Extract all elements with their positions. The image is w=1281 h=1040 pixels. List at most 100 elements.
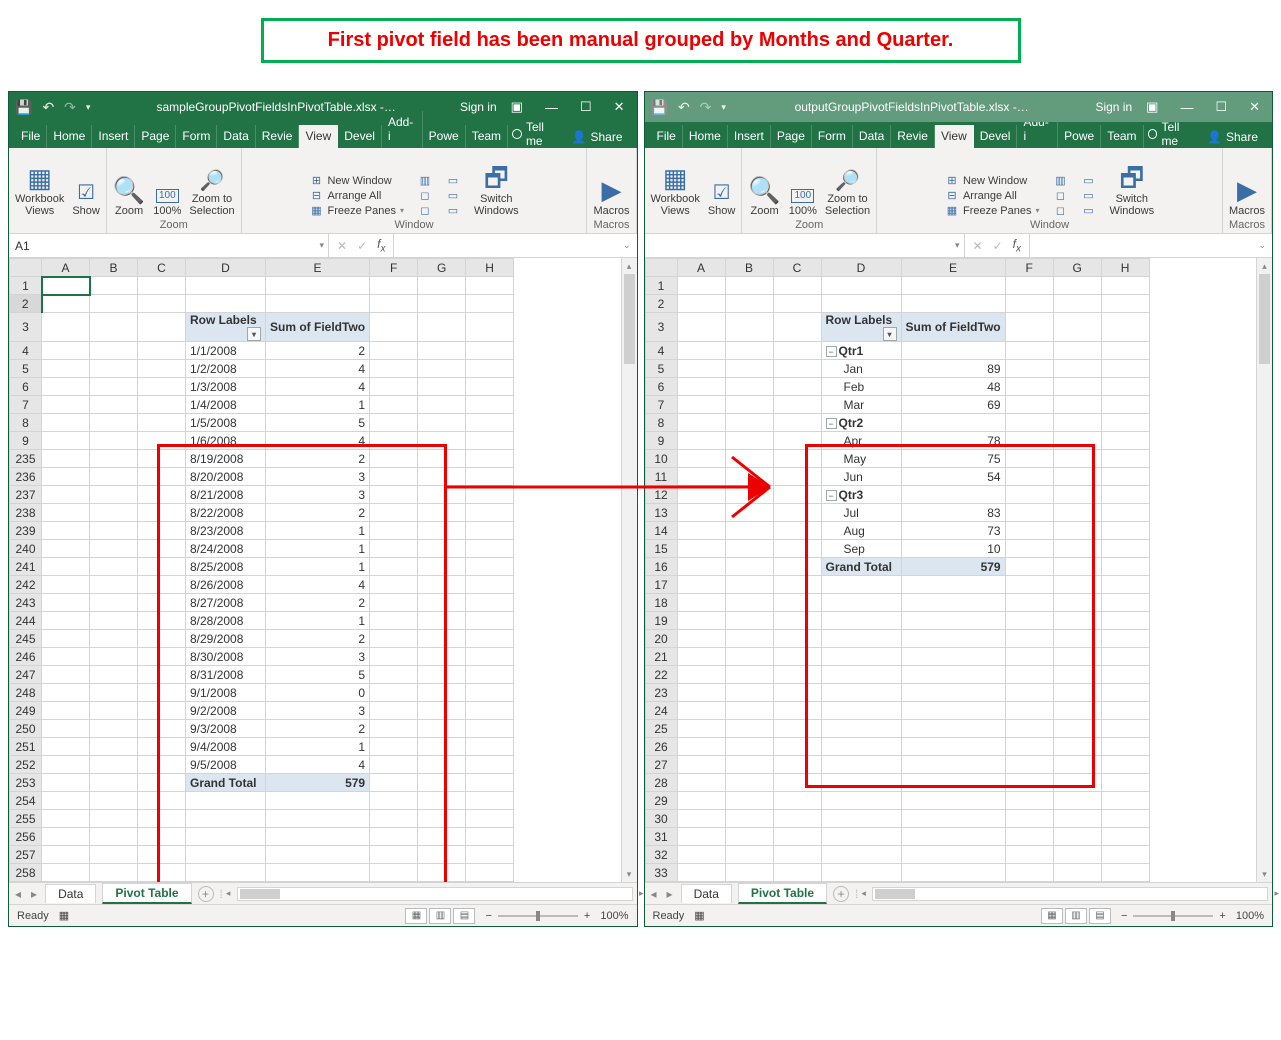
pivot-row-label[interactable]: 9/5/2008 <box>186 756 266 774</box>
row-header[interactable]: 1 <box>645 277 677 295</box>
row-header[interactable]: 240 <box>10 540 42 558</box>
new-window-button[interactable]: ⊞New Window <box>309 174 404 187</box>
tab-home[interactable]: Home <box>47 125 92 148</box>
cell[interactable] <box>186 810 266 828</box>
row-header[interactable]: 29 <box>645 792 677 810</box>
cell[interactable] <box>725 630 773 648</box>
pivot-row-label[interactable]: Sep <box>821 540 901 558</box>
cell[interactable] <box>1005 792 1053 810</box>
cell[interactable] <box>901 594 1005 612</box>
pivot-row-value[interactable]: 10 <box>901 540 1005 558</box>
col-header-E[interactable]: E <box>266 259 370 277</box>
vscroll-thumb[interactable] <box>1259 274 1270 364</box>
col-header-C[interactable]: C <box>773 259 821 277</box>
add-sheet-button[interactable]: + <box>833 886 849 902</box>
minimize-icon[interactable]: — <box>1172 100 1201 115</box>
row-header[interactable]: 251 <box>10 738 42 756</box>
cell[interactable] <box>773 846 821 864</box>
cell[interactable] <box>821 684 901 702</box>
cell[interactable] <box>821 720 901 738</box>
cell[interactable] <box>138 864 186 882</box>
horizontal-scrollbar[interactable]: ◂ ▸ <box>872 887 1268 901</box>
pivot-row-label[interactable]: 1/6/2008 <box>186 432 266 450</box>
cell[interactable] <box>418 864 466 882</box>
cell[interactable] <box>821 810 901 828</box>
cell[interactable] <box>677 774 725 792</box>
sheet-tab-pivot[interactable]: Pivot Table <box>738 883 827 904</box>
cell[interactable] <box>466 810 514 828</box>
sheet-tab-pivot[interactable]: Pivot Table <box>102 883 191 904</box>
row-labels-filter-icon[interactable]: ▾ <box>883 327 897 341</box>
col-header-A[interactable]: A <box>677 259 725 277</box>
cell[interactable] <box>773 738 821 756</box>
tabscroll-right-icon[interactable]: ▸ <box>665 887 675 901</box>
zoom-button[interactable]: 🔍Zoom <box>113 177 145 217</box>
cell[interactable] <box>773 666 821 684</box>
pivot-row-label[interactable]: 1/5/2008 <box>186 414 266 432</box>
pivot-row-value[interactable]: 2 <box>266 504 370 522</box>
pivot-row-value[interactable]: 4 <box>266 378 370 396</box>
cell[interactable] <box>1053 792 1101 810</box>
pivot-row-value[interactable]: 3 <box>266 468 370 486</box>
namebox-dropdown-icon[interactable]: ▾ <box>955 240 960 251</box>
cell[interactable] <box>773 594 821 612</box>
cell[interactable] <box>1005 684 1053 702</box>
row-header[interactable]: 31 <box>645 828 677 846</box>
pivot-row-value[interactable]: 0 <box>266 684 370 702</box>
cell[interactable] <box>1101 684 1149 702</box>
tab-form[interactable]: Form <box>812 125 853 148</box>
row-header[interactable]: 236 <box>10 468 42 486</box>
tab-file[interactable]: File <box>651 125 683 148</box>
cell[interactable] <box>773 576 821 594</box>
collapse-icon[interactable]: − <box>826 490 837 501</box>
pivot-row-value[interactable]: 2 <box>266 594 370 612</box>
cell[interactable] <box>901 612 1005 630</box>
cell[interactable] <box>901 648 1005 666</box>
row-header[interactable]: 13 <box>645 504 677 522</box>
cell[interactable] <box>773 792 821 810</box>
zoom-button[interactable]: 🔍Zoom <box>748 177 780 217</box>
cell[interactable] <box>418 846 466 864</box>
zoom-slider[interactable]: − + <box>485 910 590 922</box>
zoom-in-icon[interactable]: + <box>584 910 590 922</box>
row-header[interactable]: 4 <box>645 342 677 360</box>
view-pagelayout-button[interactable]: ▥ <box>429 908 451 924</box>
share-button[interactable]: 👤Share <box>1199 126 1266 148</box>
cell[interactable] <box>677 828 725 846</box>
pivot-row-label[interactable]: 8/29/2008 <box>186 630 266 648</box>
maximize-icon[interactable]: ☐ <box>1207 99 1235 115</box>
cell[interactable] <box>821 295 901 313</box>
row-header[interactable]: 254 <box>10 792 42 810</box>
pivot-row-label[interactable]: 8/19/2008 <box>186 450 266 468</box>
cell[interactable] <box>773 684 821 702</box>
cell[interactable] <box>1101 648 1149 666</box>
redo-icon[interactable]: ↷ <box>62 99 78 116</box>
view-normal-button[interactable]: ▦ <box>405 908 427 924</box>
row-header[interactable]: 9 <box>10 432 42 450</box>
cell[interactable] <box>1005 720 1053 738</box>
pivot-row-label[interactable]: Aug <box>821 522 901 540</box>
tab-add-i[interactable]: Add-i <box>382 111 423 148</box>
row-header[interactable]: 1 <box>10 277 42 295</box>
pivot-row-label[interactable]: 9/1/2008 <box>186 684 266 702</box>
col-header-H[interactable]: H <box>1101 259 1149 277</box>
cell[interactable] <box>821 612 901 630</box>
cell[interactable] <box>725 295 773 313</box>
cell[interactable] <box>725 792 773 810</box>
cell[interactable] <box>186 864 266 882</box>
pivot-row-value[interactable]: 3 <box>266 702 370 720</box>
pivot-row-value[interactable]: 89 <box>901 360 1005 378</box>
cell[interactable] <box>466 846 514 864</box>
cell[interactable] <box>1005 738 1053 756</box>
cell[interactable] <box>1053 756 1101 774</box>
hscroll-thumb[interactable] <box>875 889 915 899</box>
vertical-scrollbar[interactable]: ▴ ▾ <box>1256 258 1272 882</box>
row-header[interactable]: 3 <box>645 313 677 342</box>
vscroll-thumb[interactable] <box>624 274 635 364</box>
cell[interactable] <box>1005 295 1053 313</box>
cell[interactable] <box>821 774 901 792</box>
cell[interactable] <box>1005 846 1053 864</box>
pivot-row-label[interactable]: 8/27/2008 <box>186 594 266 612</box>
pivot-row-value[interactable]: 1 <box>266 522 370 540</box>
cell[interactable] <box>1053 864 1101 882</box>
